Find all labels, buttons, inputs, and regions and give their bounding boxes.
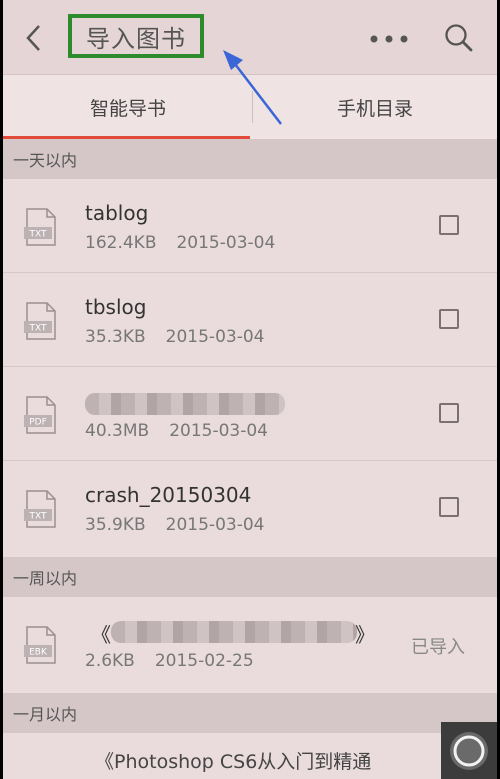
select-checkbox[interactable]: [439, 403, 459, 423]
file-name: tbslog: [85, 295, 147, 319]
file-date: 2015-02-25: [154, 651, 254, 671]
txt-file-icon: TXT: [24, 302, 56, 340]
file-row[interactable]: TXT tablog 162.4KB 2015-03-04: [3, 179, 497, 273]
file-meta: 35.9KB 2015-03-04: [85, 515, 264, 535]
file-date: 2015-03-04: [176, 233, 276, 253]
file-row[interactable]: TXT tbslog 35.3KB 2015-03-04: [3, 273, 497, 367]
section-header-month: 一月以内: [3, 693, 497, 733]
select-checkbox[interactable]: [439, 497, 459, 517]
file-name-close-bracket: 》: [355, 623, 375, 647]
file-name: tablog: [85, 201, 149, 225]
tab-label: 手机目录: [336, 97, 413, 120]
app-screen: 导入图书 智能导书 手机目录 一天以内 TXT tablog 162.4KB 2…: [3, 0, 497, 779]
page-title: 导入图书: [86, 24, 186, 53]
more-button[interactable]: [367, 24, 411, 54]
imported-status: 已导入: [411, 637, 465, 658]
file-row[interactable]: 《Photoshop CS6从入门到精通: [3, 733, 497, 779]
file-name-open-bracket: 《: [91, 623, 111, 647]
select-checkbox[interactable]: [439, 309, 459, 329]
file-meta: 2.6KB 2015-02-25: [85, 651, 254, 671]
section-title: 一周以内: [13, 569, 78, 588]
file-date: 2015-03-04: [169, 421, 268, 441]
circle-button-icon: [450, 731, 488, 770]
floating-assistive-button[interactable]: [441, 722, 497, 779]
file-meta: 40.3MB 2015-03-04: [85, 421, 268, 441]
blurred-file-name: [111, 621, 357, 643]
tab-phone-directory[interactable]: 手机目录: [253, 75, 497, 139]
search-button[interactable]: [439, 18, 479, 58]
pdf-file-icon: PDF: [24, 396, 56, 434]
select-checkbox[interactable]: [439, 215, 459, 235]
svg-text:TXT: TXT: [28, 230, 47, 240]
file-date: 2015-03-04: [165, 515, 265, 535]
tab-smart-import[interactable]: 智能导书: [3, 75, 253, 139]
file-meta: 162.4KB 2015-03-04: [85, 233, 275, 253]
section-header-day: 一天以内: [3, 139, 497, 179]
chevron-left-icon: [26, 25, 40, 51]
tab-bar: 智能导书 手机目录: [3, 74, 497, 139]
section-title: 一天以内: [13, 151, 78, 170]
file-name: 《Photoshop CS6从入门到精通: [95, 751, 372, 773]
file-row[interactable]: PDF 40.3MB 2015-03-04: [3, 367, 497, 461]
tab-label: 智能导书: [89, 97, 166, 120]
svg-text:PDF: PDF: [29, 418, 47, 428]
top-bar: 导入图书: [3, 0, 497, 74]
file-size: 2.6KB: [85, 651, 135, 671]
more-dots-icon: [370, 35, 408, 43]
svg-text:TXT: TXT: [28, 512, 47, 522]
file-meta: 35.3KB 2015-03-04: [85, 327, 264, 347]
txt-file-icon: TXT: [24, 490, 56, 528]
file-size: 35.9KB: [85, 515, 146, 535]
section-header-week: 一周以内: [3, 557, 497, 597]
file-row[interactable]: EBK 《 》 2.6KB 2015-02-25 已导入: [3, 597, 497, 691]
file-size: 35.3KB: [85, 327, 146, 347]
file-size: 40.3MB: [85, 421, 150, 441]
svg-text:TXT: TXT: [28, 324, 47, 334]
ebk-file-icon: EBK: [24, 626, 56, 664]
file-row[interactable]: TXT crash_20150304 35.9KB 2015-03-04: [3, 461, 497, 555]
txt-file-icon: TXT: [24, 208, 56, 246]
svg-text:EBK: EBK: [29, 648, 48, 658]
title-highlight-box: 导入图书: [68, 14, 204, 58]
file-date: 2015-03-04: [165, 327, 265, 347]
back-button[interactable]: [17, 18, 51, 58]
section-title: 一月以内: [13, 705, 78, 724]
file-name: crash_20150304: [85, 483, 252, 507]
blurred-file-name: [85, 393, 285, 415]
file-size: 162.4KB: [85, 233, 157, 253]
search-icon: [445, 24, 473, 52]
